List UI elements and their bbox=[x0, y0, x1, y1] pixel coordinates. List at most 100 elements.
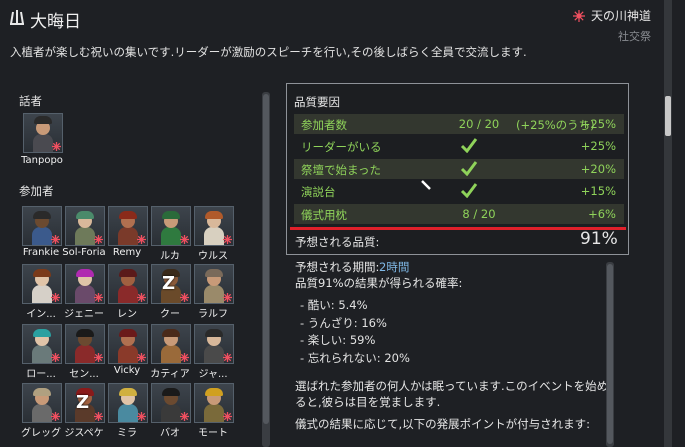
pawn-hair bbox=[76, 211, 94, 219]
ideo-star-icon bbox=[51, 235, 60, 244]
participant-portrait[interactable] bbox=[22, 206, 62, 246]
participant-portrait[interactable] bbox=[194, 383, 234, 423]
participant-name: Remy bbox=[112, 247, 142, 258]
quality-row-lectern: 演説台 +15% bbox=[294, 181, 624, 201]
participant-portrait[interactable] bbox=[22, 324, 62, 364]
check-icon bbox=[460, 183, 478, 198]
outcome-boring: - うんざり: 16% bbox=[300, 316, 387, 330]
speaker-portrait[interactable] bbox=[23, 113, 63, 153]
participant-portrait[interactable] bbox=[65, 264, 105, 304]
participant-name: イン... bbox=[26, 309, 56, 320]
participant-portrait[interactable] bbox=[151, 383, 191, 423]
pawn-body bbox=[204, 285, 224, 303]
participants-label: 参加者 bbox=[19, 184, 54, 198]
sleeping-icon: Z bbox=[162, 273, 176, 294]
pawn-hair bbox=[119, 388, 137, 396]
participant-name: ルカ bbox=[160, 251, 180, 262]
ideo-star-icon bbox=[137, 293, 146, 302]
check-icon bbox=[460, 161, 478, 176]
participant-name: ジスペケ bbox=[64, 428, 104, 439]
pawn-body bbox=[118, 227, 138, 245]
window-scrollbar-thumb[interactable] bbox=[665, 96, 671, 136]
pawn-hair bbox=[119, 329, 137, 337]
ideo-star-icon bbox=[223, 235, 232, 244]
participant-portrait[interactable] bbox=[108, 264, 148, 304]
participant-name: バオ bbox=[160, 428, 180, 439]
pawn-body bbox=[75, 345, 95, 363]
participant-portrait[interactable] bbox=[108, 324, 148, 364]
sleeping-icon: Z bbox=[76, 392, 90, 413]
participant-name: ウルス bbox=[198, 251, 228, 262]
participant-portrait[interactable]: Z bbox=[151, 264, 191, 304]
ideo-star-icon bbox=[94, 235, 103, 244]
ideo-star-icon bbox=[180, 235, 189, 244]
outcome-unforgettable: - 忘れられない: 20% bbox=[300, 351, 410, 365]
page-title: 大晦日 bbox=[30, 12, 81, 32]
participant-portrait[interactable] bbox=[65, 324, 105, 364]
participant-portrait[interactable] bbox=[151, 206, 191, 246]
ideo-star-icon bbox=[137, 353, 146, 362]
pawn-hair bbox=[76, 329, 94, 337]
ideoligion-name: 天の川神道 bbox=[591, 9, 652, 23]
participant-portrait[interactable] bbox=[65, 206, 105, 246]
pawn-body bbox=[161, 404, 181, 422]
quality-row-value: +20% bbox=[580, 162, 616, 176]
pawn-body bbox=[161, 227, 181, 245]
participant-name: ジャ... bbox=[198, 369, 228, 380]
participant-name: Sol-Foria bbox=[62, 247, 106, 258]
ritual-category: 社交祭 bbox=[618, 30, 651, 43]
quality-row-value: +15% bbox=[580, 184, 616, 198]
pawn-hair bbox=[33, 211, 51, 219]
ideo-star-icon bbox=[180, 412, 189, 421]
participant-name: ミラ bbox=[117, 428, 137, 439]
quality-row-leader: リーダーがいる +25% bbox=[294, 136, 624, 156]
expected-duration-value: 2時間 bbox=[379, 260, 410, 274]
participant-portrait[interactable] bbox=[108, 383, 148, 423]
ideo-star-icon bbox=[52, 142, 61, 151]
quality-row-value: +6% bbox=[588, 207, 616, 221]
ideo-star-icon bbox=[51, 412, 60, 421]
participant-portrait[interactable] bbox=[108, 206, 148, 246]
participant-portrait[interactable] bbox=[151, 324, 191, 364]
quality-row-value: +25% bbox=[580, 117, 616, 131]
participant-portrait[interactable] bbox=[22, 383, 62, 423]
participant-name: ラルフ bbox=[198, 309, 228, 320]
pawn-body bbox=[32, 345, 52, 363]
participant-name: ロー... bbox=[26, 369, 56, 380]
pawn-hair bbox=[33, 388, 51, 396]
sleeping-note-line-1: 選ばれた参加者の何人かは眠っています.このイベントを始め bbox=[295, 379, 609, 393]
ideo-star-icon bbox=[137, 412, 146, 421]
window-scrollbar-track[interactable] bbox=[664, 0, 672, 447]
quality-row-value: +25% bbox=[580, 139, 616, 153]
speaker-label: 話者 bbox=[19, 94, 42, 108]
participant-portrait[interactable] bbox=[194, 324, 234, 364]
details-scrollbar-thumb[interactable] bbox=[607, 264, 613, 444]
pawn-body bbox=[161, 345, 181, 363]
ideo-star-icon bbox=[223, 293, 232, 302]
participant-portrait[interactable] bbox=[194, 206, 234, 246]
check-icon bbox=[460, 138, 478, 153]
participant-name: クー bbox=[160, 309, 180, 320]
participant-scrollbar-thumb[interactable] bbox=[263, 94, 269, 424]
quality-row-count: 8 / 20 bbox=[462, 207, 496, 221]
quality-row-cushions: 儀式用枕 8 / 20 +6% bbox=[294, 204, 624, 224]
participant-portrait[interactable]: Z bbox=[65, 383, 105, 423]
quality-row-label: 儀式用枕 bbox=[301, 208, 347, 222]
ritual-icon bbox=[10, 10, 24, 25]
quality-row-label: リーダーがいる bbox=[301, 140, 382, 154]
expected-quality-label: 予想される品質: bbox=[295, 235, 380, 249]
participant-portrait[interactable] bbox=[194, 264, 234, 304]
pawn-hair bbox=[162, 388, 180, 396]
pawn-hair bbox=[33, 269, 51, 277]
participant-portrait[interactable] bbox=[22, 264, 62, 304]
development-points-note: 儀式の結果に応じて,以下の発展ポイントが付与されます: bbox=[295, 417, 591, 431]
participant-name: カティア bbox=[150, 369, 190, 380]
pawn-hair bbox=[162, 211, 180, 219]
ideo-star-icon bbox=[51, 293, 60, 302]
participant-name: ジェニー bbox=[64, 309, 104, 320]
pawn-body bbox=[204, 404, 224, 422]
pawn-hair bbox=[33, 329, 51, 337]
ideo-star-icon bbox=[180, 293, 189, 302]
quality-row-label: 演説台 bbox=[301, 185, 336, 199]
pawn-hair bbox=[205, 211, 223, 219]
